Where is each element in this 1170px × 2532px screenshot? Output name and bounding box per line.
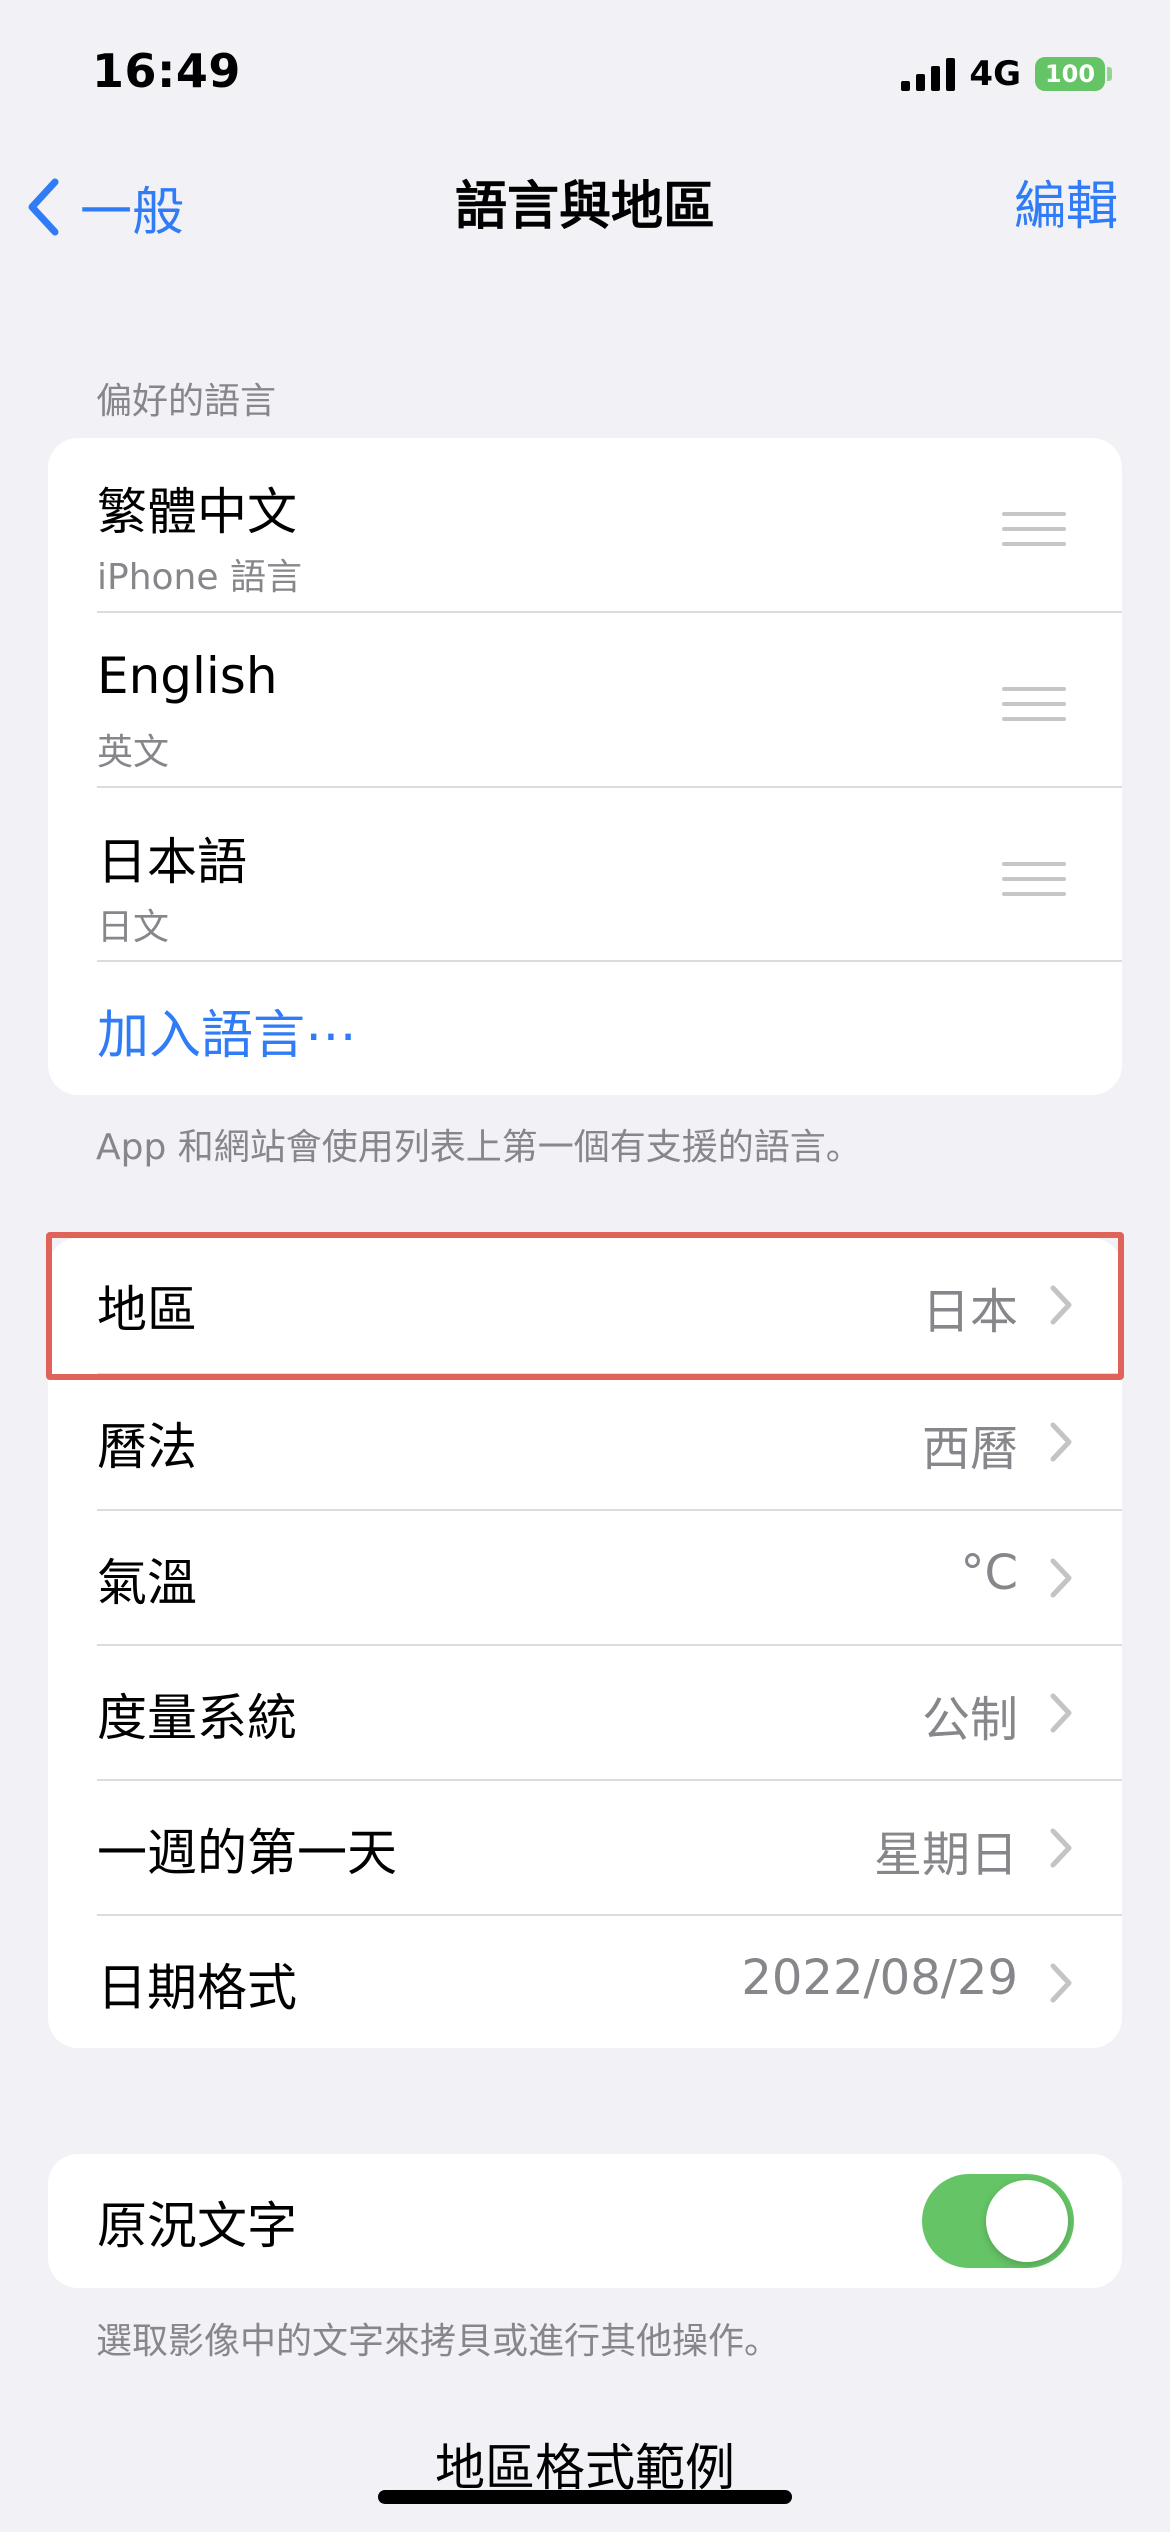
add-language-button[interactable]: 加入語言⋯ bbox=[97, 993, 357, 1068]
toggle-knob bbox=[986, 2180, 1068, 2262]
status-indicators: 4G 100 bbox=[901, 52, 1112, 96]
reorder-handle-icon[interactable] bbox=[1002, 512, 1066, 557]
battery-icon: 100 bbox=[1035, 57, 1105, 91]
network-type: 4G bbox=[969, 54, 1021, 94]
chevron-right-icon bbox=[1050, 1558, 1072, 1598]
language-row-japanese[interactable]: 日本語 日文 bbox=[48, 788, 1122, 961]
language-name: 日本語 bbox=[97, 833, 247, 891]
date-format-label: 日期格式 bbox=[97, 1959, 297, 2017]
live-text-group: 原況文字 bbox=[48, 2154, 1122, 2288]
live-text-toggle[interactable] bbox=[922, 2174, 1074, 2268]
chevron-right-icon bbox=[1050, 1693, 1072, 1733]
divider bbox=[97, 960, 1122, 962]
page-title: 語言與地區 bbox=[454, 177, 715, 237]
live-text-footer: 選取影像中的文字來拷貝或進行其他操作。 bbox=[96, 2321, 781, 2362]
region-row-highlight bbox=[46, 1232, 1124, 1380]
measurement-system-row[interactable]: 度量系統 公制 bbox=[48, 1646, 1122, 1781]
live-text-row: 原況文字 bbox=[48, 2154, 1122, 2288]
status-time: 16:49 bbox=[92, 44, 241, 98]
preferred-languages-group: 繁體中文 iPhone 語言 English 英文 日本語 日文 加入語言⋯ bbox=[48, 438, 1122, 1095]
measurement-system-value: 公制 bbox=[921, 1692, 1018, 1748]
language-subtitle: 日文 bbox=[97, 907, 170, 948]
chevron-right-icon bbox=[1050, 1828, 1072, 1868]
temperature-label: 氣溫 bbox=[97, 1554, 197, 1612]
live-text-label: 原況文字 bbox=[97, 2197, 297, 2255]
edit-button[interactable]: 編輯 bbox=[1014, 172, 1118, 242]
calendar-row[interactable]: 曆法 西曆 bbox=[48, 1375, 1122, 1510]
language-row-english[interactable]: English 英文 bbox=[48, 613, 1122, 786]
language-row-traditional-chinese[interactable]: 繁體中文 iPhone 語言 bbox=[48, 438, 1122, 611]
first-day-of-week-label: 一週的第一天 bbox=[97, 1824, 397, 1882]
battery-level: 100 bbox=[1044, 60, 1096, 88]
date-format-value: 2022/08/29 bbox=[741, 1950, 1018, 2006]
chevron-right-icon bbox=[1050, 1963, 1072, 2003]
first-day-of-week-row[interactable]: 一週的第一天 星期日 bbox=[48, 1781, 1122, 1916]
temperature-value: °C bbox=[960, 1545, 1018, 1601]
battery-cap bbox=[1107, 67, 1112, 81]
calendar-value: 西曆 bbox=[921, 1421, 1018, 1477]
date-format-row[interactable]: 日期格式 2022/08/29 bbox=[48, 1916, 1122, 2048]
language-subtitle: 英文 bbox=[97, 732, 170, 773]
chevron-right-icon bbox=[1050, 1422, 1072, 1462]
measurement-system-label: 度量系統 bbox=[97, 1689, 297, 1747]
preferred-languages-footer: App 和網站會使用列表上第一個有支援的語言。 bbox=[96, 1127, 862, 1168]
home-indicator[interactable] bbox=[378, 2490, 792, 2504]
language-subtitle: iPhone 語言 bbox=[97, 557, 302, 598]
first-day-of-week-value: 星期日 bbox=[873, 1827, 1018, 1883]
reorder-handle-icon[interactable] bbox=[1002, 862, 1066, 907]
cellular-signal-icon bbox=[901, 57, 956, 91]
language-name: English bbox=[97, 647, 278, 705]
temperature-row[interactable]: 氣溫 °C bbox=[48, 1511, 1122, 1646]
language-name: 繁體中文 bbox=[97, 483, 297, 541]
calendar-label: 曆法 bbox=[97, 1418, 197, 1476]
preferred-languages-header: 偏好的語言 bbox=[96, 381, 277, 422]
reorder-handle-icon[interactable] bbox=[1002, 687, 1066, 732]
